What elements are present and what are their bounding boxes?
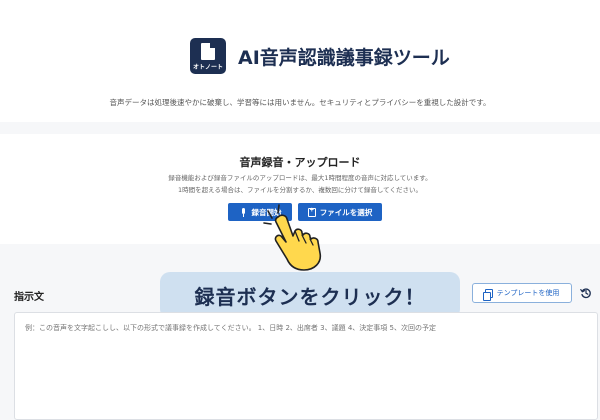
document-icon [201, 43, 215, 60]
instructions-textarea[interactable] [14, 312, 598, 420]
privacy-notice: 音声データは処理後速やかに破棄し、学習等には用いません。セキュリティとプライバシ… [109, 98, 491, 107]
app-header: オトノート AI音声認識議事録ツール 音声データは処理後速やかに破棄し、学習等に… [0, 0, 600, 122]
instructions-label: 指示文 [14, 292, 44, 303]
history-icon[interactable] [580, 287, 592, 299]
mic-icon [239, 207, 248, 217]
logo-text: オトノート [192, 64, 223, 71]
upload-description: 録音機能および録音ファイルのアップロードは、最大1時間程度の音声に対応しています… [0, 172, 600, 196]
app-title: AI音声認識議事録ツール [238, 46, 450, 69]
upload-title: 音声録音・アップロード [239, 156, 361, 169]
use-template-label: テンプレートを使用 [496, 290, 560, 297]
brand-row: オトノート AI音声認識議事録ツール [190, 38, 450, 74]
upload-desc-line-1: 録音機能および録音ファイルのアップロードは、最大1時間程度の音声に対応しています… [168, 174, 432, 182]
app-logo: オトノート [190, 38, 226, 74]
pointing-hand-icon [263, 204, 322, 271]
use-template-button[interactable]: テンプレートを使用 [472, 283, 572, 303]
upload-desc-line-2: 1時間を超える場合は、ファイルを分割するか、複数回に分けて録音してください。 [178, 186, 422, 194]
copy-icon [482, 288, 493, 301]
